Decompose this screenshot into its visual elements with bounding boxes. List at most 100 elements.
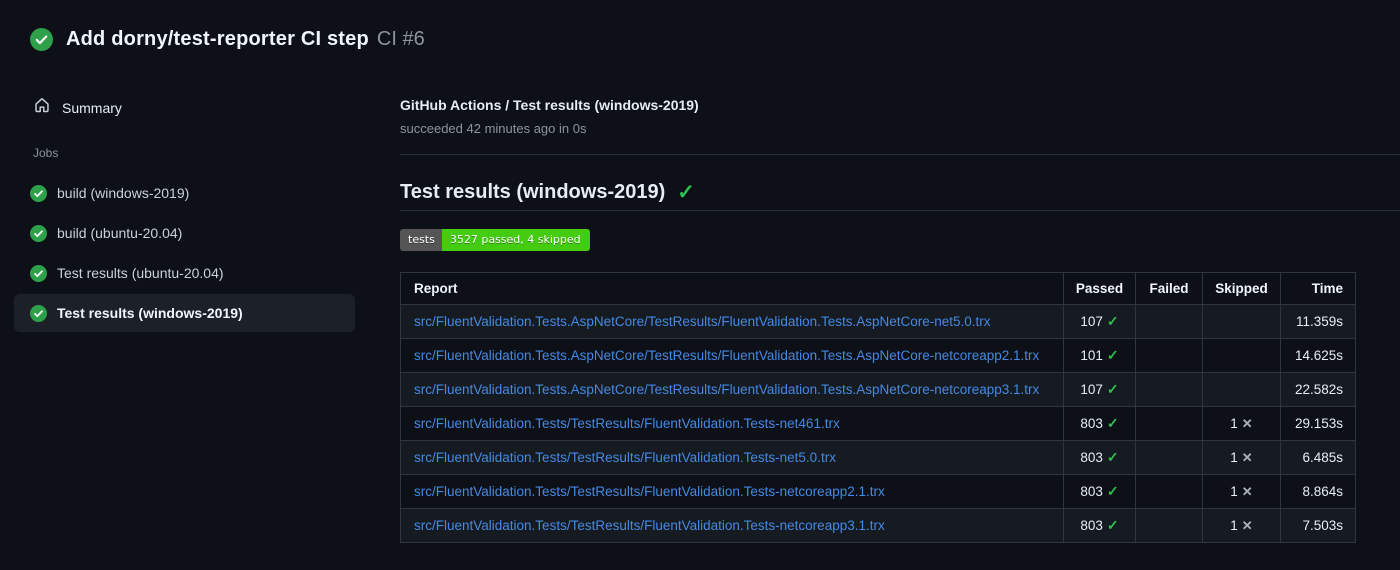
test-results-table: Report Passed Failed Skipped Time src/Fl… [400,272,1356,543]
check-icon: ✓ [1106,483,1119,499]
failed-cell [1135,440,1203,475]
passed-cell: 101 ✓ [1063,338,1136,373]
home-icon [33,96,51,119]
report-cell: src/FluentValidation.Tests/TestResults/F… [400,440,1064,475]
header-passed: Passed [1063,272,1136,305]
job-label: build (ubuntu-20.04) [57,225,183,241]
failed-cell [1135,304,1203,339]
skipped-cell: 1 ✕ [1202,406,1281,441]
failed-cell [1135,372,1203,407]
check-run-title: GitHub Actions / Test results (windows-2… [400,97,699,113]
header-report: Report [400,272,1064,305]
sidebar: Summary Jobs build (windows-2019) build … [0,0,370,570]
passed-count: 803 [1080,450,1103,465]
table-row: src/FluentValidation.Tests.AspNetCore/Te… [400,372,1356,407]
jobs-section-label: Jobs [33,146,59,160]
report-link[interactable]: src/FluentValidation.Tests/TestResults/F… [414,450,836,465]
section-heading: Test results (windows-2019) ✓ [400,181,695,204]
table-row: src/FluentValidation.Tests/TestResults/F… [400,406,1356,441]
passed-count: 803 [1080,484,1103,499]
job-label: Test results (windows-2019) [57,305,243,321]
report-cell: src/FluentValidation.Tests.AspNetCore/Te… [400,372,1064,407]
report-cell: src/FluentValidation.Tests/TestResults/F… [400,508,1064,543]
skipped-cell: ✕ [1202,304,1281,339]
report-link[interactable]: src/FluentValidation.Tests/TestResults/F… [414,518,885,533]
skipped-cell: ✕ [1202,338,1281,373]
passed-cell: 107 ✓ [1063,372,1136,407]
time-cell: 14.625s [1280,338,1356,373]
check-icon: ✓ [1106,517,1119,533]
cross-icon: ✕ [1241,449,1253,465]
sidebar-job-item[interactable]: Test results (windows-2019) [14,294,355,332]
skipped-cell: 1 ✕ [1202,440,1281,475]
section-title: Test results (windows-2019) [400,181,666,203]
check-icon: ✓ [1106,415,1119,431]
time-cell: 11.359s [1280,304,1356,339]
passed-cell: 803 ✓ [1063,440,1136,475]
report-link[interactable]: src/FluentValidation.Tests.AspNetCore/Te… [414,348,1039,363]
passed-cell: 107 ✓ [1063,304,1136,339]
report-link[interactable]: src/FluentValidation.Tests.AspNetCore/Te… [414,382,1039,397]
table-row: src/FluentValidation.Tests/TestResults/F… [400,440,1356,475]
workflow-run-page: Add dorny/test-reporter CI step CI #6 Su… [0,0,1400,570]
report-link[interactable]: src/FluentValidation.Tests/TestResults/F… [414,416,840,431]
sidebar-job-item[interactable]: Test results (ubuntu-20.04) [14,254,355,292]
header-time: Time [1280,272,1356,305]
cross-icon: ✕ [1241,517,1253,533]
skipped-cell: 1 ✕ [1202,508,1281,543]
failed-cell [1135,508,1203,543]
check-run-status: succeeded 42 minutes ago in 0s [400,121,587,136]
report-cell: src/FluentValidation.Tests.AspNetCore/Te… [400,338,1064,373]
skipped-cell: ✕ [1202,372,1281,407]
time-cell: 7.503s [1280,508,1356,543]
header-skipped: Skipped [1202,272,1281,305]
passed-count: 107 [1080,382,1103,397]
passed-count: 101 [1080,348,1103,363]
passed-count: 803 [1080,518,1103,533]
table-row: src/FluentValidation.Tests/TestResults/F… [400,474,1356,509]
report-cell: src/FluentValidation.Tests/TestResults/F… [400,474,1064,509]
time-cell: 6.485s [1280,440,1356,475]
check-circle-icon [30,224,47,242]
passed-cell: 803 ✓ [1063,406,1136,441]
main-content: GitHub Actions / Test results (windows-2… [400,0,1400,570]
check-icon: ✓ [1106,347,1119,363]
badge-value: 3527 passed, 4 skipped [441,229,590,251]
jobs-list: build (windows-2019) build (ubuntu-20.04… [0,174,370,334]
skipped-count: 1 [1230,517,1238,533]
report-link[interactable]: src/FluentValidation.Tests.AspNetCore/Te… [414,314,991,329]
check-icon: ✓ [677,181,695,204]
summary-label: Summary [62,99,122,116]
cross-icon: ✕ [1241,483,1253,499]
check-icon: ✓ [1106,313,1119,329]
check-circle-icon [30,184,47,202]
table-row: src/FluentValidation.Tests/TestResults/F… [400,508,1356,543]
skipped-count: 1 [1230,415,1238,431]
passed-count: 803 [1080,416,1103,431]
time-cell: 29.153s [1280,406,1356,441]
divider [400,154,1400,155]
sidebar-job-item[interactable]: build (windows-2019) [14,174,355,212]
sidebar-job-item[interactable]: build (ubuntu-20.04) [14,214,355,252]
skipped-count: 1 [1230,483,1238,499]
table-header-row: Report Passed Failed Skipped Time [400,272,1356,305]
sidebar-item-summary[interactable]: Summary [33,96,122,119]
passed-count: 107 [1080,314,1103,329]
report-link[interactable]: src/FluentValidation.Tests/TestResults/F… [414,484,885,499]
badge-label: tests [400,229,442,251]
job-label: build (windows-2019) [57,185,190,201]
tests-badge[interactable]: tests 3527 passed, 4 skipped [400,229,590,251]
job-label: Test results (ubuntu-20.04) [57,265,224,281]
time-cell: 8.864s [1280,474,1356,509]
table-row: src/FluentValidation.Tests.AspNetCore/Te… [400,338,1356,373]
header-failed: Failed [1135,272,1203,305]
report-cell: src/FluentValidation.Tests/TestResults/F… [400,406,1064,441]
check-circle-icon [30,304,47,322]
failed-cell [1135,338,1203,373]
cross-icon: ✕ [1241,415,1253,431]
table-row: src/FluentValidation.Tests.AspNetCore/Te… [400,304,1356,339]
skipped-cell: 1 ✕ [1202,474,1281,509]
failed-cell [1135,474,1203,509]
check-icon: ✓ [1106,449,1119,465]
time-cell: 22.582s [1280,372,1356,407]
